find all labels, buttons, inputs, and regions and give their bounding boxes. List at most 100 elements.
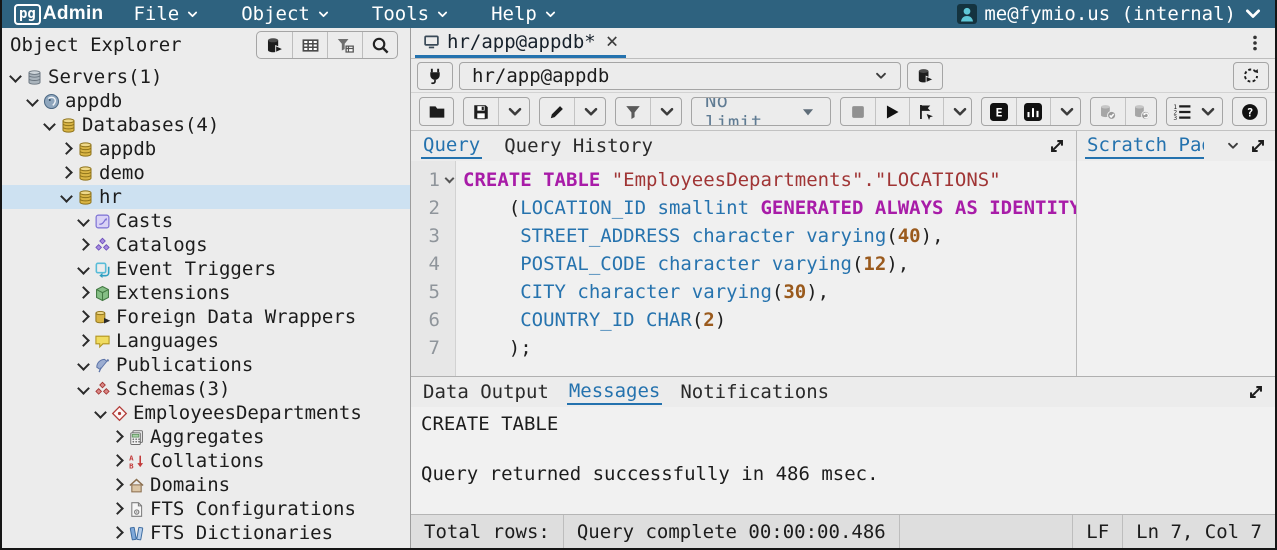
- chevron-down-icon[interactable]: [8, 70, 23, 85]
- filter-button[interactable]: [616, 98, 650, 125]
- user-menu[interactable]: me@fymio.us (internal): [957, 3, 1263, 25]
- chevron-right-icon[interactable]: [110, 526, 125, 541]
- explain-button[interactable]: [982, 98, 1016, 125]
- tree-item-servers-1[interactable]: Servers(1): [2, 65, 410, 89]
- chevron-right-icon[interactable]: [76, 286, 91, 301]
- connection-select[interactable]: hr/app@appdb: [459, 62, 901, 90]
- filter-menu-button[interactable]: [650, 98, 682, 125]
- tab-data-output[interactable]: Data Output: [421, 380, 551, 404]
- explain-menu-button[interactable]: [1050, 98, 1081, 125]
- sql-token: [463, 225, 520, 247]
- menu-tools[interactable]: Tools: [372, 3, 449, 25]
- tab-scratch-pad[interactable]: Scratch Pad: [1085, 133, 1204, 159]
- tree-item-appdb[interactable]: appdb: [2, 89, 410, 113]
- chevron-right-icon[interactable]: [76, 310, 91, 325]
- rollback-button[interactable]: [1125, 98, 1157, 125]
- save-menu-button[interactable]: [498, 98, 530, 125]
- scratch-pad-body[interactable]: [1077, 161, 1275, 376]
- tree-item-catalogs[interactable]: Catalogs: [2, 233, 410, 257]
- chevron-down-icon[interactable]: [59, 190, 74, 205]
- execute-to-cursor-button[interactable]: [909, 98, 943, 125]
- edit-menu-button[interactable]: [574, 98, 606, 125]
- chevron-right-icon[interactable]: [59, 166, 74, 181]
- tree-item-demo[interactable]: demo: [2, 161, 410, 185]
- menu-file[interactable]: File: [133, 3, 199, 25]
- menu-help[interactable]: Help: [491, 3, 557, 25]
- connection-status-button[interactable]: [417, 62, 453, 90]
- chevron-right-icon[interactable]: [76, 334, 91, 349]
- sql-token: 30: [783, 281, 806, 303]
- help-button[interactable]: [1233, 98, 1267, 125]
- tree-item-casts[interactable]: Casts: [2, 209, 410, 233]
- execute-menu-button[interactable]: [943, 98, 972, 125]
- fold-chevron-icon[interactable]: [445, 174, 455, 184]
- user-avatar-icon: [957, 4, 977, 24]
- menu-object[interactable]: Object: [241, 3, 330, 25]
- tree-item-languages[interactable]: Languages: [2, 329, 410, 353]
- tree-item-foreign-data-wrappers[interactable]: Foreign Data Wrappers: [2, 305, 410, 329]
- chevron-right-icon[interactable]: [110, 454, 125, 469]
- sql-editor[interactable]: 1CREATE TABLE "EmployeesDepartments"."LO…: [411, 161, 1076, 376]
- tab-options-button[interactable]: [1239, 28, 1271, 58]
- tree-item-databases-4[interactable]: Databases(4): [2, 113, 410, 137]
- open-file-button[interactable]: [420, 98, 454, 125]
- logo-admin-text: Admin: [43, 3, 104, 25]
- explain-analyze-button[interactable]: [1016, 98, 1050, 125]
- line-ending-indicator[interactable]: LF: [1072, 515, 1122, 548]
- new-connection-button[interactable]: [907, 62, 943, 90]
- sql-token: COUNTRY_ID: [520, 309, 634, 331]
- chevron-down-icon[interactable]: [25, 94, 40, 109]
- chevron-down-icon[interactable]: [42, 118, 57, 133]
- tab-messages[interactable]: Messages: [567, 379, 663, 405]
- row-limit-select[interactable]: No limit: [692, 98, 830, 125]
- tree-item-fts-dictionaries[interactable]: FTS Dictionaries: [2, 521, 410, 545]
- toolbar-group: [539, 97, 606, 126]
- close-icon[interactable]: ×: [606, 31, 619, 52]
- expand-icon[interactable]: [1249, 137, 1267, 155]
- tree-item-collations[interactable]: Collations: [2, 449, 410, 473]
- chevron-right-icon[interactable]: [110, 430, 125, 445]
- sql-token: GENERATED ALWAYS AS IDENTITY,: [760, 197, 1076, 219]
- tree-item-publications[interactable]: Publications: [2, 353, 410, 377]
- execute-button[interactable]: [875, 98, 909, 125]
- tab-query-history[interactable]: Query History: [502, 134, 655, 158]
- tree-item-fts-configurations[interactable]: FTS Configurations: [2, 497, 410, 521]
- tab-query[interactable]: Query: [421, 133, 482, 159]
- tree-item-event-triggers[interactable]: Event Triggers: [2, 257, 410, 281]
- chevron-right-icon[interactable]: [110, 478, 125, 493]
- code-line: 5 CITY character varying(30),: [411, 278, 1076, 306]
- tree-item-schemas-3[interactable]: Schemas(3): [2, 377, 410, 401]
- code-line: 6 COUNTRY_ID CHAR(2): [411, 306, 1076, 334]
- edit-button[interactable]: [540, 98, 574, 125]
- chevron-right-icon[interactable]: [59, 142, 74, 157]
- chevron-down-icon[interactable]: [76, 358, 91, 373]
- commit-button[interactable]: [1091, 98, 1125, 125]
- stop-button[interactable]: [841, 98, 875, 125]
- chevron-right-icon[interactable]: [76, 238, 91, 253]
- tab-hr-app-appdb[interactable]: hr/app@appdb* ×: [415, 28, 626, 58]
- tab-notifications[interactable]: Notifications: [678, 380, 831, 404]
- save-button[interactable]: [464, 98, 498, 125]
- chevron-right-icon[interactable]: [110, 502, 125, 517]
- filtered-rows-button[interactable]: [327, 32, 362, 58]
- tree-item-employeesdepartments[interactable]: EmployeesDepartments: [2, 401, 410, 425]
- tree-item-aggregates[interactable]: Aggregates: [2, 425, 410, 449]
- expand-icon: [1048, 137, 1066, 155]
- view-data-button[interactable]: [292, 32, 327, 58]
- tree-item-appdb[interactable]: appdb: [2, 137, 410, 161]
- message-line: [421, 437, 1265, 462]
- chevron-down-icon[interactable]: [93, 406, 108, 421]
- chevron-down-icon[interactable]: [76, 214, 91, 229]
- chevron-down-icon[interactable]: [76, 262, 91, 277]
- tree-item-extensions[interactable]: Extensions: [2, 281, 410, 305]
- tree-item-domains[interactable]: Domains: [2, 473, 410, 497]
- macros-button[interactable]: [1167, 98, 1223, 125]
- chevron-down-icon: [658, 103, 676, 121]
- search-objects-button[interactable]: [362, 32, 397, 58]
- tree-item-hr[interactable]: hr: [2, 185, 410, 209]
- chevron-down-icon[interactable]: [1226, 139, 1240, 153]
- query-tool-button[interactable]: [257, 32, 292, 58]
- reset-layout-button[interactable]: [1233, 62, 1269, 90]
- code-text: );: [455, 334, 532, 362]
- chevron-down-icon[interactable]: [76, 382, 91, 397]
